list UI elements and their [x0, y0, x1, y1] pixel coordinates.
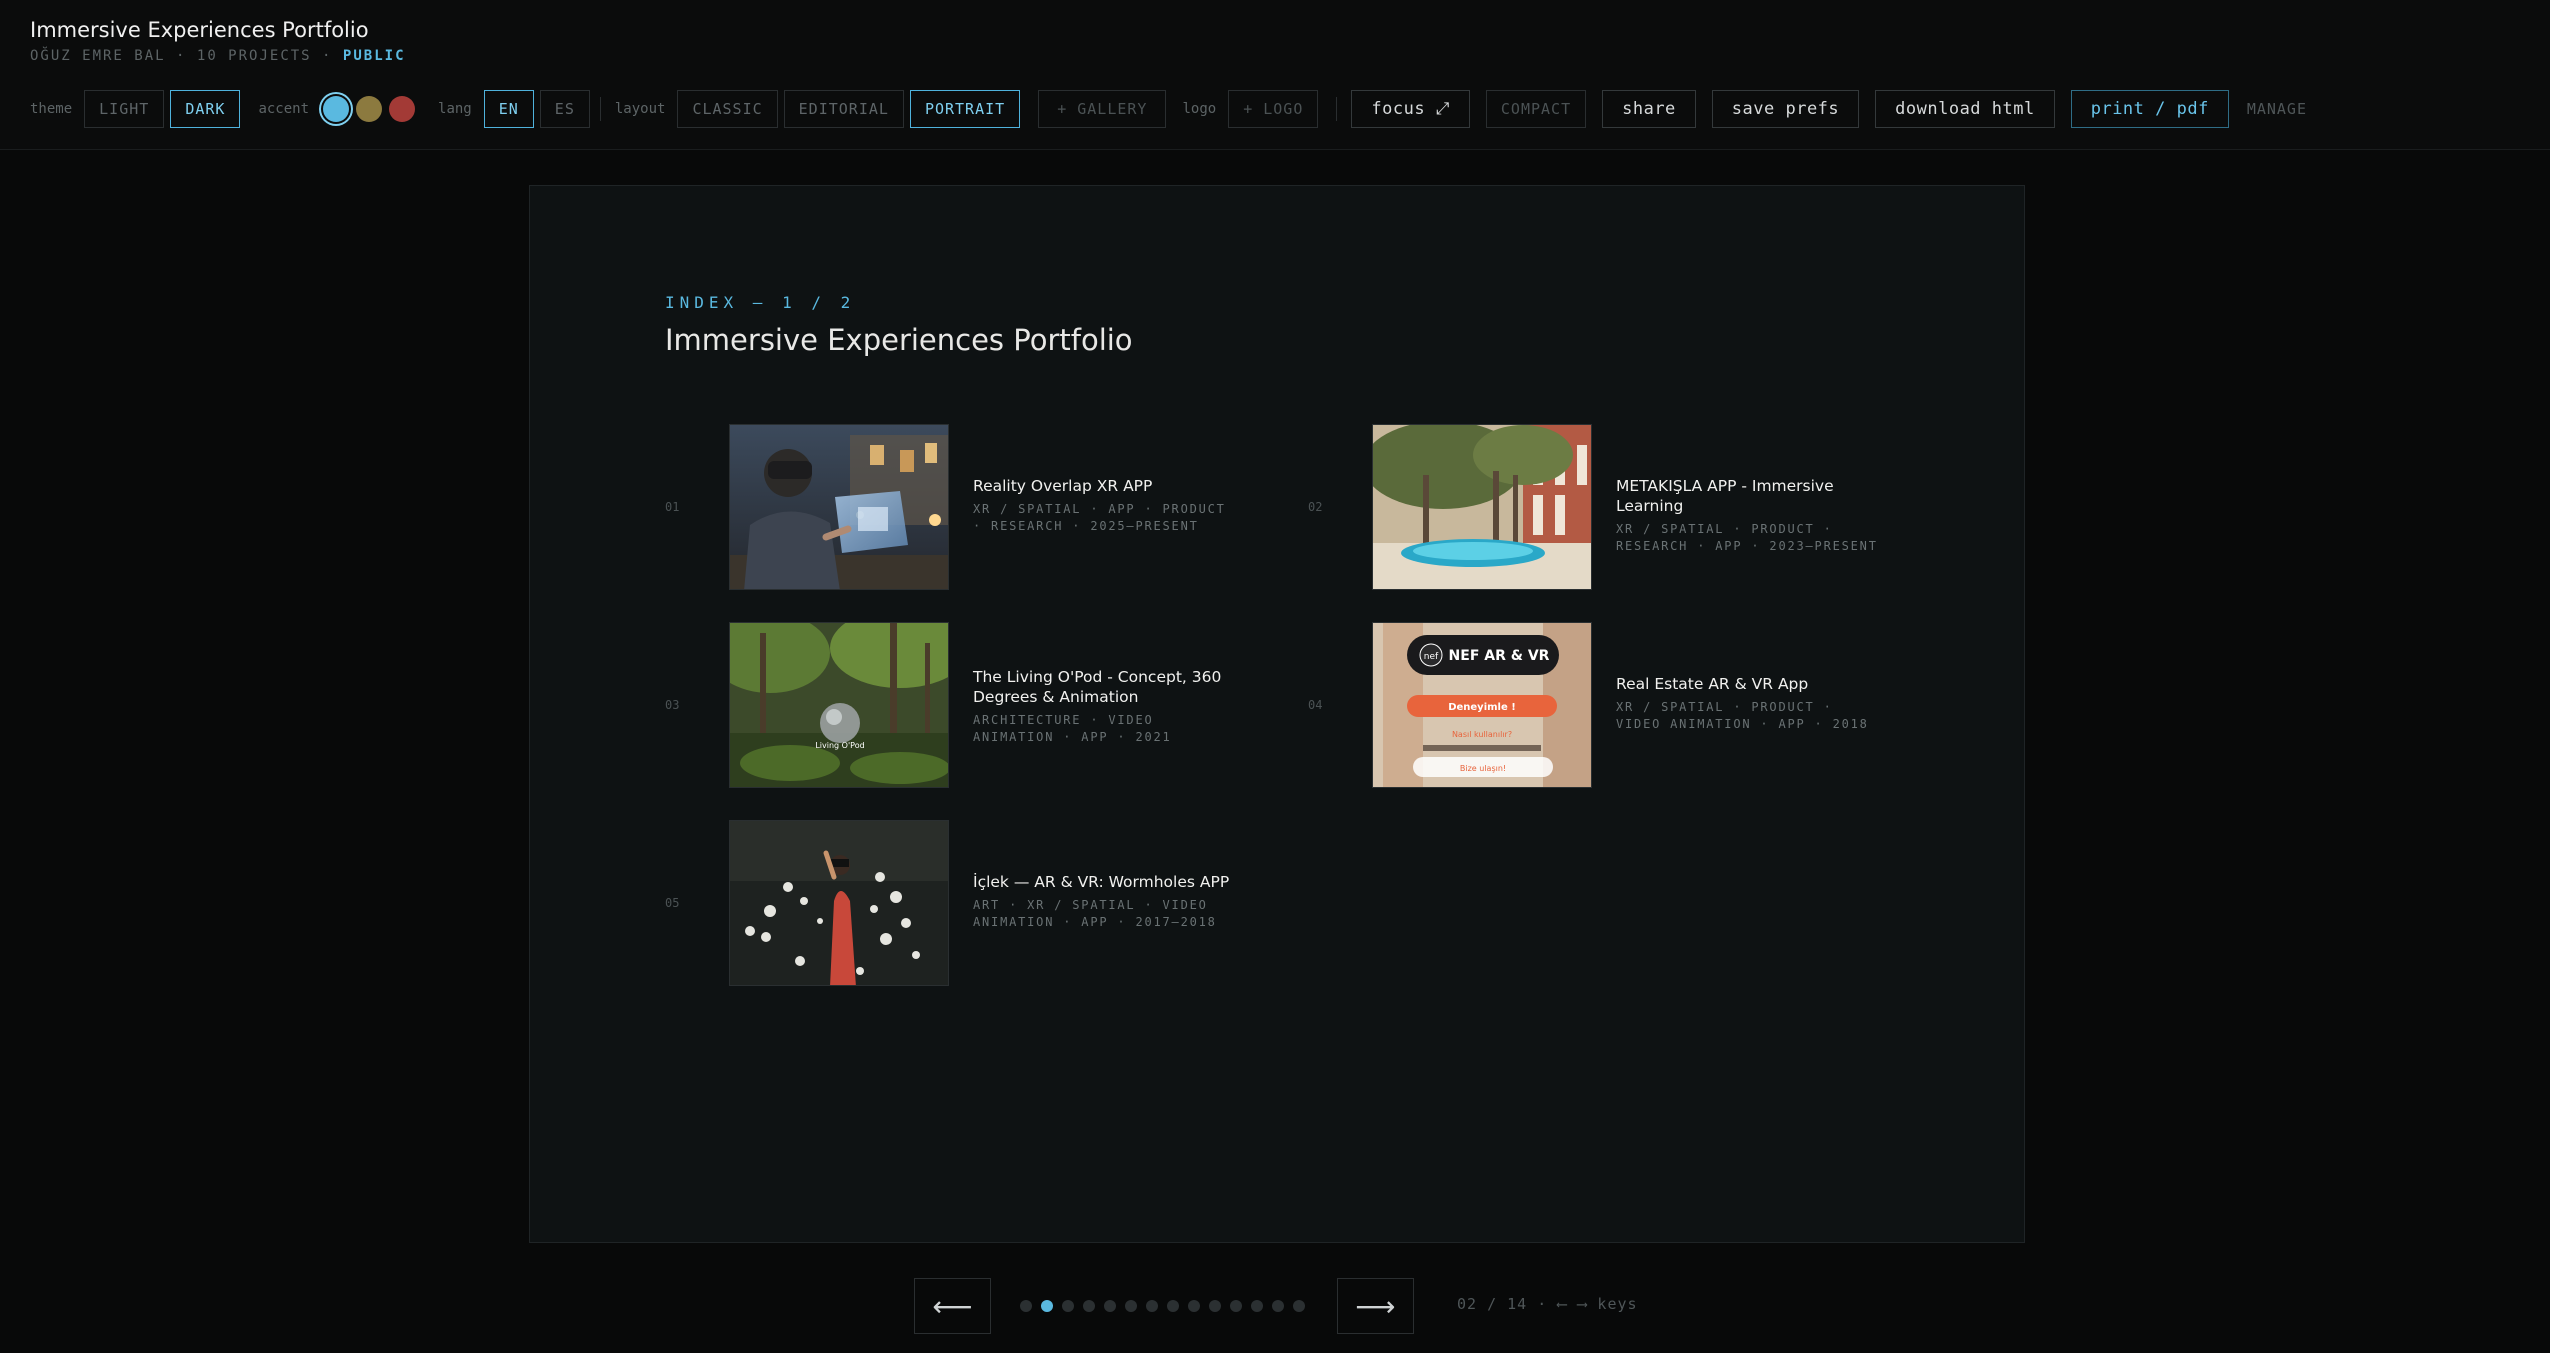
manage-link[interactable]: MANAGE [2241, 100, 2313, 118]
theme-toggle: LIGHT DARK [84, 90, 241, 128]
project-number: 05 [665, 896, 680, 910]
layout-toggle: CLASSIC EDITORIAL PORTRAIT [677, 90, 1021, 128]
courtyard-pool-image [1373, 425, 1591, 589]
vr-headset-person-image [730, 425, 948, 589]
app-subtitle: OĞUZ EMRE BAL · 10 PROJECTS · PUBLIC [30, 48, 406, 64]
pagination-dot-4[interactable] [1083, 1300, 1095, 1312]
nef-title-text: NEF AR & VR [1449, 648, 1550, 664]
project-title: METAKIŞLA APP - Immersive Learning [1616, 477, 1834, 515]
pagination-dot-6[interactable] [1125, 1300, 1137, 1312]
project-thumbnail [729, 820, 949, 986]
forest-pod-image: Living O'Pod [730, 623, 948, 787]
project-number: 03 [665, 698, 680, 712]
nef-cta-text: Deneyimle ! [1448, 702, 1516, 713]
nef-app-screen-image: nef NEF AR & VR Deneyimle ! Nasıl kullan… [1373, 623, 1591, 787]
pagination-dot-8[interactable] [1167, 1300, 1179, 1312]
add-gallery-button[interactable]: + GALLERY [1038, 90, 1167, 128]
pagination-dot-10[interactable] [1209, 1300, 1221, 1312]
pagination-dot-12[interactable] [1251, 1300, 1263, 1312]
project-number: 01 [665, 500, 680, 514]
project-number: 02 [1308, 500, 1323, 514]
project-title: The Living O'Pod - Concept, 360 Degrees … [973, 668, 1222, 706]
layout-portrait-button[interactable]: PORTRAIT [909, 90, 1021, 128]
nef-contact-text: Bize ulaşın! [1460, 764, 1506, 773]
layout-classic-button[interactable]: CLASSIC [677, 90, 778, 128]
layout-editorial-button[interactable]: EDITORIAL [783, 90, 904, 128]
theme-dark-button[interactable]: DARK [170, 90, 241, 128]
print-pdf-button[interactable]: print / pdf [2070, 90, 2229, 128]
compact-button[interactable]: COMPACT [1485, 90, 1587, 128]
project-text: METAKIŞLA APP - Immersive Learning XR / … [1616, 476, 1886, 555]
project-meta: XR / SPATIAL · PRODUCT · VIDEO ANIMATION… [1616, 700, 1869, 731]
project-number: 04 [1308, 698, 1323, 712]
slide-pagination [1020, 1300, 1305, 1312]
pagination-dot-11[interactable] [1230, 1300, 1242, 1312]
save-prefs-button[interactable]: save prefs [1711, 90, 1860, 128]
add-logo-button[interactable]: + LOGO [1228, 90, 1319, 128]
pagination-dot-5[interactable] [1104, 1300, 1116, 1312]
project-meta: ART · XR / SPATIAL · VIDEO ANIMATION · A… [973, 898, 1217, 929]
project-meta: XR / SPATIAL · PRODUCT · RESEARCH · APP … [1616, 522, 1878, 553]
project-card-02[interactable]: 02 METAKIŞLA APP - Immersive Learning XR… [1308, 424, 1908, 590]
pagination-dot-7[interactable] [1146, 1300, 1158, 1312]
focus-button[interactable]: focus ⤢ [1351, 90, 1470, 128]
project-text: The Living O'Pod - Concept, 360 Degrees … [973, 667, 1243, 746]
project-thumbnail [1372, 424, 1592, 590]
accent-swatch-blue[interactable] [323, 96, 350, 122]
thumb-overlay-text: Living O'Pod [815, 741, 864, 750]
divider [599, 97, 601, 121]
project-card-05[interactable]: 05 İçlek — AR & VR: Wormholes APP ART · … [665, 820, 1265, 986]
project-card-01[interactable]: 01 Reality Overlap XR APP XR / SPATIAL ·… [665, 424, 1265, 590]
pagination-dot-3[interactable] [1062, 1300, 1074, 1312]
project-thumbnail: nef NEF AR & VR Deneyimle ! Nasıl kullan… [1372, 622, 1592, 788]
lang-label: lang [438, 101, 472, 117]
project-title: İçlek — AR & VR: Wormholes APP [973, 873, 1230, 891]
accent-picker [323, 96, 422, 122]
accent-swatch-gold[interactable] [356, 96, 383, 122]
project-text: Real Estate AR & VR App XR / SPATIAL · P… [1616, 674, 1886, 733]
visibility-badge: PUBLIC [342, 48, 406, 64]
slide-title: Immersive Experiences Portfolio [665, 323, 1133, 357]
pagination-dot-14[interactable] [1293, 1300, 1305, 1312]
lang-es-button[interactable]: ES [539, 90, 590, 128]
project-text: Reality Overlap XR APP XR / SPATIAL · AP… [973, 476, 1243, 535]
nef-brand-text: nef [1424, 652, 1439, 662]
prev-slide-button[interactable]: ⟵ [914, 1278, 991, 1334]
pagination-dot-13[interactable] [1272, 1300, 1284, 1312]
wormholes-spheres-image [730, 821, 948, 985]
nef-how-text: Nasıl kullanılır? [1452, 730, 1512, 739]
project-thumbnail: Living O'Pod [729, 622, 949, 788]
share-button[interactable]: share [1602, 90, 1696, 128]
theme-light-button[interactable]: LIGHT [84, 90, 165, 128]
pagination-dot-2[interactable] [1041, 1300, 1053, 1312]
project-title: Reality Overlap XR APP [973, 477, 1153, 495]
next-slide-button[interactable]: ⟶ [1337, 1278, 1414, 1334]
project-title: Real Estate AR & VR App [1616, 675, 1809, 693]
accent-label: accent [258, 101, 310, 117]
project-thumbnail [729, 424, 949, 590]
divider [1336, 97, 1338, 121]
top-bar: Immersive Experiences Portfolio OĞUZ EMR… [0, 0, 2550, 150]
slide-canvas: INDEX — 1 / 2 Immersive Experiences Port… [529, 185, 2025, 1243]
pagination-dot-9[interactable] [1188, 1300, 1200, 1312]
project-card-04[interactable]: 04 nef NEF AR & VR Deneyimle ! Nasıl kul… [1308, 622, 1908, 788]
author-name: OĞUZ EMRE BAL [30, 48, 166, 64]
slide-eyebrow: INDEX — 1 / 2 [665, 293, 856, 312]
lang-en-button[interactable]: EN [483, 90, 534, 128]
logo-label: logo [1182, 101, 1217, 117]
toolbar: theme LIGHT DARK accent lang EN ES layou… [30, 90, 2313, 128]
theme-label: theme [30, 101, 73, 117]
pagination-dot-1[interactable] [1020, 1300, 1032, 1312]
project-count: 10 PROJECTS [196, 48, 312, 64]
project-card-03[interactable]: 03 Living O'Pod The Living O'Pod - Conce… [665, 622, 1265, 788]
accent-swatch-red[interactable] [389, 96, 416, 122]
lang-toggle: EN ES [483, 90, 590, 128]
app-title: Immersive Experiences Portfolio [30, 18, 369, 42]
page-indicator: 02 / 14 · ⟵ ⟶ keys [1457, 1295, 1638, 1313]
project-meta: XR / SPATIAL · APP · PRODUCT · RESEARCH … [973, 502, 1226, 533]
layout-label: layout [614, 101, 666, 117]
project-meta: ARCHITECTURE · VIDEO ANIMATION · APP · 2… [973, 713, 1172, 744]
download-html-button[interactable]: download html [1875, 90, 2055, 128]
project-text: İçlek — AR & VR: Wormholes APP ART · XR … [973, 872, 1243, 931]
